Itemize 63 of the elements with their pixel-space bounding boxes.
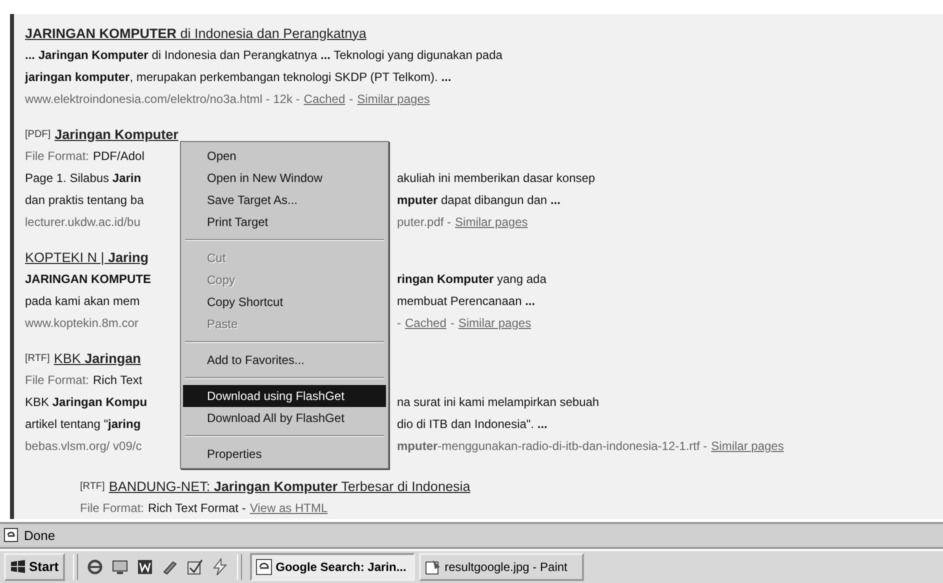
result-snippet: ... Jaringan Komputer di Indonesia dan Perangkatnya ... Teknologi yang digunakan pada: [25, 48, 502, 62]
menu-item[interactable]: Open in New Window: [183, 167, 386, 189]
file-type-tag: [RTF]: [25, 352, 50, 364]
result-title-link[interactable]: BANDUNG-NET: Jaringan Komputer Terbesar di Indonesia: [108, 478, 470, 494]
result-meta: lecturer.ukdw.ac.id/bu: [25, 215, 140, 229]
result-meta: File Format:: [25, 149, 90, 163]
result-meta: -: [450, 316, 454, 330]
result-link[interactable]: Cached: [405, 316, 446, 330]
result-snippet: JARINGAN KOMPUTE: [25, 272, 152, 286]
result-snippet: Rich Text: [93, 373, 142, 387]
result-title-link[interactable]: Jaringan Komputer: [54, 126, 178, 142]
result-snippet: KBK Jaringan Kompu: [25, 395, 148, 409]
result-meta: bebas.vlsm.org/ v09/c: [25, 439, 142, 453]
menu-item[interactable]: Download All by FlashGet: [183, 407, 386, 429]
result-link[interactable]: Similar pages: [711, 439, 784, 453]
result-title-link[interactable]: KBK Jaringan: [54, 350, 141, 366]
result-title-link[interactable]: JARINGAN KOMPUTER di Indonesia dan Perangkatnya: [25, 26, 366, 40]
menu-item[interactable]: Copy Shortcut: [183, 291, 386, 313]
result-link[interactable]: Cached: [304, 92, 346, 106]
menu-item[interactable]: Save Target As...: [183, 189, 386, 211]
taskbar-button[interactable]: Google Search: Jarin...: [250, 552, 415, 581]
menu-item[interactable]: Print Target: [183, 211, 386, 233]
result-snippet: Page 1. Silabus Jarin: [25, 171, 142, 185]
taskbar-button[interactable]: resultgoogle.jpg - Paint: [418, 552, 584, 581]
result-link[interactable]: View as HTML: [250, 501, 328, 515]
result-snippet: pada kami akan mem: [25, 294, 140, 308]
result-snippet: artikel tentang "jaring: [25, 417, 141, 431]
result-snippet: ringan Komputer yang ada: [397, 272, 546, 286]
result-snippet: na surat ini kami melampirkan sebuah: [397, 395, 600, 409]
result-link[interactable]: Similar pages: [357, 92, 430, 106]
result-meta: puter.pdf -: [397, 215, 452, 229]
start-button[interactable]: Start: [4, 552, 65, 581]
status-text: Done: [24, 528, 56, 543]
document-icon[interactable]: [136, 558, 154, 576]
result-meta: mputer-menggunakan-radio-di-itb-dan-indonesia-12-1.rtf -: [397, 439, 708, 453]
result-snippet: dio di ITB dan Indonesia". ...: [397, 417, 548, 431]
lightning-icon[interactable]: [210, 558, 229, 576]
result-meta: www.koptekin.8m.cor: [25, 316, 138, 330]
windows-logo-icon: [10, 560, 26, 574]
result-snippet: mputer dapat dibangun dan ...: [397, 193, 560, 207]
paint-icon: [424, 558, 441, 575]
menu-item[interactable]: Download using FlashGet: [183, 385, 386, 407]
menu-item[interactable]: Add to Favorites...: [183, 349, 386, 371]
result-link[interactable]: Similar pages: [458, 316, 532, 330]
file-type-tag: [PDF]: [25, 128, 51, 140]
result-title-link[interactable]: KOPTEKI N | Jaring: [25, 250, 149, 264]
result-meta: File Format:: [80, 501, 144, 515]
result-snippet: dan praktis tentang ba: [25, 193, 144, 207]
result-link[interactable]: Similar pages: [455, 215, 528, 229]
result-snippet: PDF/Adol: [93, 149, 144, 163]
result-snippet: membuat Perencanaan ...: [397, 294, 536, 308]
file-type-tag: [RTF]: [80, 480, 105, 492]
result-snippet: Rich Text Format -: [148, 501, 246, 515]
menu-item[interactable]: Properties: [183, 443, 386, 465]
result-meta: www.elektroindonesia.com/elektro/no3a.html - 12k -: [25, 92, 300, 106]
result-meta: -: [397, 316, 401, 330]
desktop-icon[interactable]: [110, 558, 129, 576]
result-meta: File Format:: [25, 373, 90, 387]
menu-item[interactable]: Open: [183, 145, 386, 167]
result-snippet: akuliah ini memberikan dasar konsep: [397, 171, 596, 185]
check-icon[interactable]: [186, 558, 204, 576]
result-meta: -: [349, 92, 354, 106]
result-snippet: jaringan komputer, merupakan perkembangan teknologi SKDP (PT Telkom). ...: [25, 70, 452, 84]
